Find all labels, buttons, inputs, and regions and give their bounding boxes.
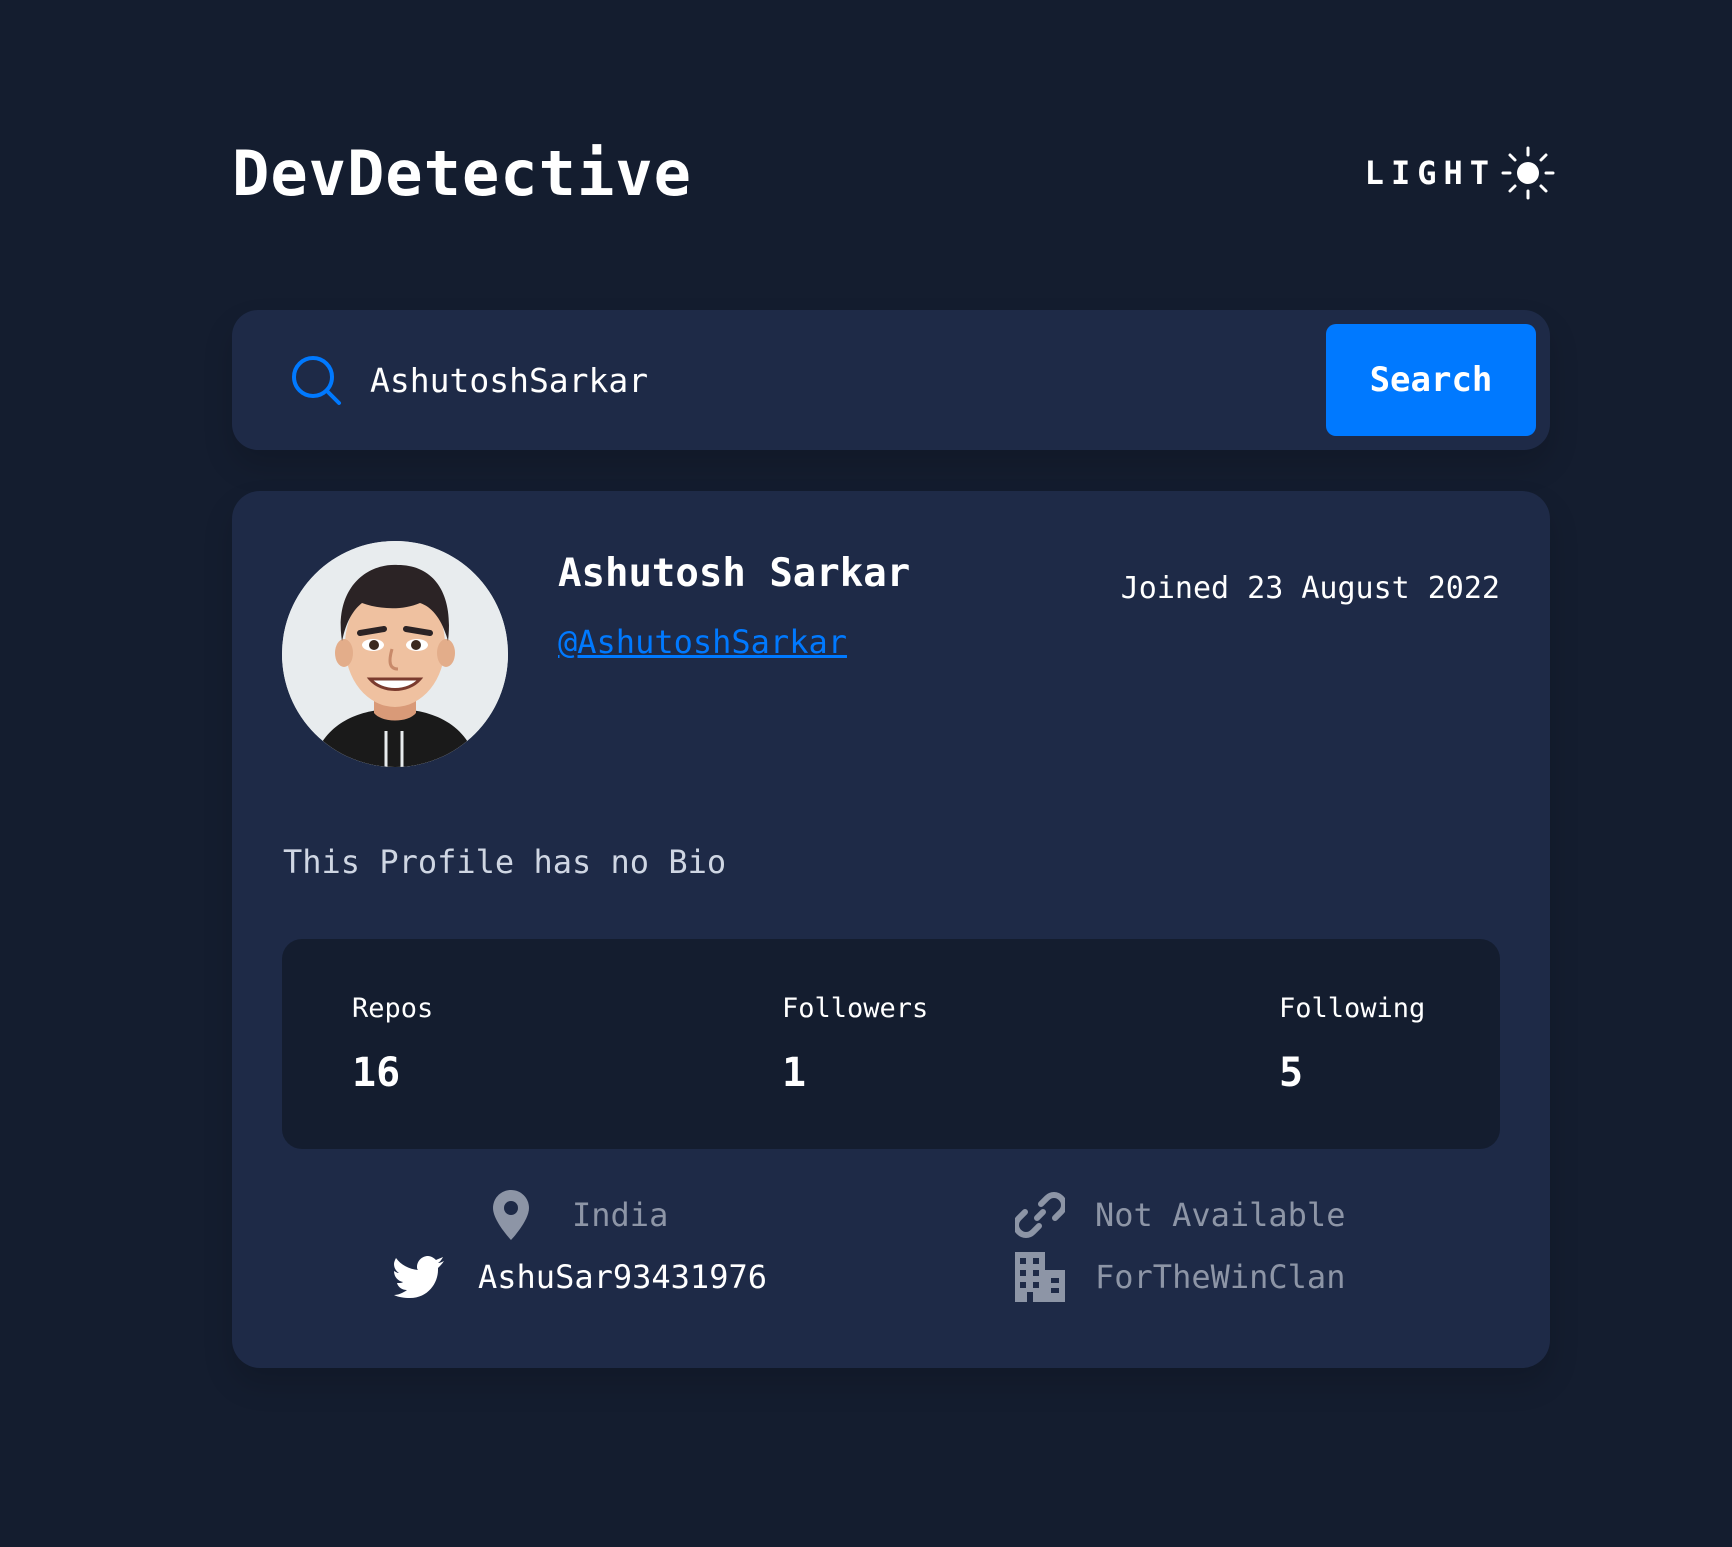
stats-panel: Repos 16 Followers 1 Following 5 — [282, 939, 1500, 1149]
location-row: India — [486, 1190, 668, 1240]
user-login-link[interactable]: @AshutoshSarkar — [558, 623, 847, 661]
stat-value: 5 — [1279, 1050, 1304, 1096]
twitter-row: AshuSar93431976 — [394, 1252, 767, 1302]
company-text: ForTheWinClan — [1095, 1258, 1346, 1296]
search-icon — [292, 356, 341, 405]
location-pin-icon — [486, 1190, 536, 1240]
website-row: Not Available — [1015, 1190, 1345, 1240]
join-date: Joined 23 August 2022 — [1120, 571, 1500, 606]
sun-icon — [1501, 146, 1555, 200]
avatar — [282, 541, 508, 767]
twitter-text[interactable]: AshuSar93431976 — [478, 1258, 767, 1296]
search-input[interactable] — [370, 360, 1326, 400]
stat-value: 16 — [352, 1050, 401, 1096]
stat-label: Following — [1279, 993, 1426, 1024]
stat-following: Following 5 — [1279, 993, 1425, 1096]
stat-label: Repos — [352, 993, 434, 1024]
search-bar: Search — [232, 310, 1550, 450]
stat-label: Followers — [782, 993, 929, 1024]
stat-repos: Repos 16 — [352, 993, 433, 1096]
theme-toggle-label: LIGHT — [1364, 154, 1496, 192]
user-bio: This Profile has no Bio — [283, 843, 727, 881]
website-text[interactable]: Not Available — [1095, 1196, 1345, 1234]
avatar-illustration — [282, 541, 508, 767]
stat-followers: Followers 1 — [782, 993, 928, 1096]
twitter-icon — [394, 1252, 444, 1302]
app-title: DevDetective — [232, 136, 692, 210]
theme-toggle[interactable]: LIGHT — [1365, 145, 1556, 201]
user-name: Ashutosh Sarkar — [558, 551, 911, 596]
stat-value: 1 — [782, 1050, 807, 1096]
search-button[interactable]: Search — [1326, 324, 1536, 436]
page: DevDetective LIGHT AshutoshSarkar Search… — [0, 0, 1732, 1547]
link-icon — [1015, 1190, 1065, 1240]
profile-card: Ashutosh Sarkar @AshutoshSarkar Joined 2… — [232, 491, 1550, 1368]
location-text: India — [572, 1196, 669, 1234]
company-row: ForTheWinClan — [1015, 1252, 1345, 1302]
building-icon — [1015, 1252, 1065, 1302]
header: DevDetective LIGHT — [232, 136, 1556, 210]
